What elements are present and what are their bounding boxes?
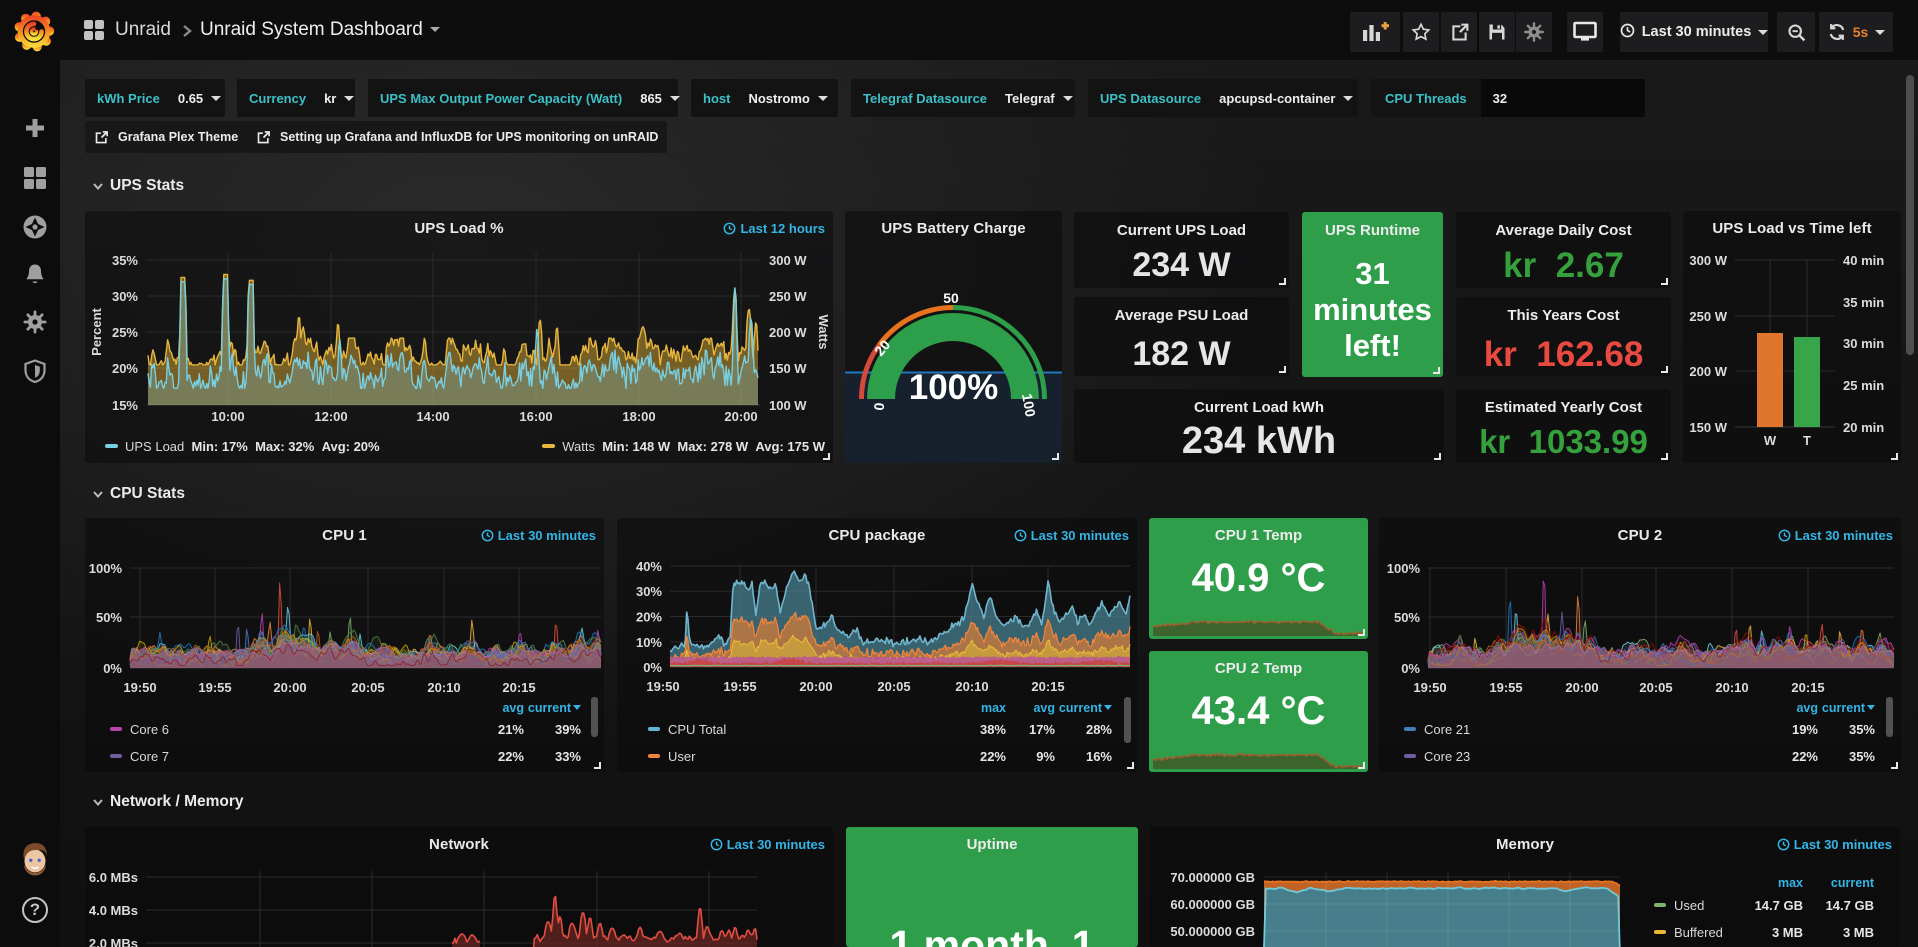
svg-text:200 W: 200 W	[769, 325, 807, 340]
svg-text:20:15: 20:15	[502, 680, 535, 695]
svg-text:15%: 15%	[112, 398, 138, 413]
svg-text:19:50: 19:50	[646, 679, 679, 694]
svg-text:300 W: 300 W	[769, 253, 807, 268]
svg-text:30 min: 30 min	[1843, 336, 1884, 351]
svg-text:10%: 10%	[636, 635, 662, 650]
svg-text:20:05: 20:05	[351, 680, 384, 695]
svg-text:19:50: 19:50	[1413, 680, 1446, 695]
svg-text:50.000000 GB: 50.000000 GB	[1170, 924, 1255, 939]
svg-text:300 W: 300 W	[1689, 253, 1727, 268]
svg-text:14:00: 14:00	[416, 409, 449, 424]
svg-text:200 W: 200 W	[1689, 364, 1727, 379]
svg-text:50: 50	[943, 290, 959, 306]
svg-text:250 W: 250 W	[769, 289, 807, 304]
svg-text:6.0 MBs: 6.0 MBs	[89, 870, 138, 885]
svg-text:20:05: 20:05	[1639, 680, 1672, 695]
svg-text:20%: 20%	[636, 610, 662, 625]
svg-text:0%: 0%	[1401, 661, 1420, 676]
svg-text:T: T	[1803, 433, 1811, 448]
svg-text:Watts: Watts	[816, 315, 831, 350]
svg-text:150 W: 150 W	[769, 361, 807, 376]
svg-text:20:00: 20:00	[724, 409, 757, 424]
svg-text:50%: 50%	[1394, 610, 1420, 625]
svg-text:19:50: 19:50	[123, 680, 156, 695]
svg-text:20:10: 20:10	[955, 679, 988, 694]
svg-text:4.0 MBs: 4.0 MBs	[89, 903, 138, 918]
svg-text:100 W: 100 W	[769, 398, 807, 413]
svg-text:30%: 30%	[112, 289, 138, 304]
svg-text:18:00: 18:00	[622, 409, 655, 424]
svg-text:0%: 0%	[643, 660, 662, 675]
svg-text:40%: 40%	[636, 559, 662, 574]
svg-text:35%: 35%	[112, 253, 138, 268]
svg-text:Percent: Percent	[89, 307, 104, 355]
svg-text:20:00: 20:00	[1565, 680, 1598, 695]
svg-text:19:55: 19:55	[198, 680, 231, 695]
svg-text:20:10: 20:10	[1715, 680, 1748, 695]
svg-text:25 min: 25 min	[1843, 378, 1884, 393]
svg-text:12:00: 12:00	[314, 409, 347, 424]
svg-text:20:15: 20:15	[1791, 680, 1824, 695]
svg-text:60.000000 GB: 60.000000 GB	[1170, 897, 1255, 912]
svg-text:25%: 25%	[112, 325, 138, 340]
svg-text:40 min: 40 min	[1843, 253, 1884, 268]
svg-text:10:00: 10:00	[211, 409, 244, 424]
svg-text:W: W	[1764, 433, 1777, 448]
svg-text:70.000000 GB: 70.000000 GB	[1170, 870, 1255, 885]
svg-text:16:00: 16:00	[519, 409, 552, 424]
svg-text:20%: 20%	[112, 361, 138, 376]
svg-text:100%: 100%	[1387, 561, 1421, 576]
svg-text:20:00: 20:00	[799, 679, 832, 694]
svg-text:20:00: 20:00	[273, 680, 306, 695]
svg-text:20:10: 20:10	[427, 680, 460, 695]
svg-text:30%: 30%	[636, 584, 662, 599]
svg-text:0%: 0%	[103, 661, 122, 676]
svg-text:100%: 100%	[89, 561, 123, 576]
svg-text:20 min: 20 min	[1843, 420, 1884, 435]
svg-text:20:15: 20:15	[1031, 679, 1064, 694]
svg-text:20:05: 20:05	[877, 679, 910, 694]
svg-text:2.0 MBs: 2.0 MBs	[89, 936, 138, 947]
svg-text:250 W: 250 W	[1689, 309, 1727, 324]
svg-text:35 min: 35 min	[1843, 295, 1884, 310]
svg-text:150 W: 150 W	[1689, 420, 1727, 435]
svg-text:50%: 50%	[96, 610, 122, 625]
svg-text:19:55: 19:55	[723, 679, 756, 694]
svg-text:19:55: 19:55	[1489, 680, 1522, 695]
